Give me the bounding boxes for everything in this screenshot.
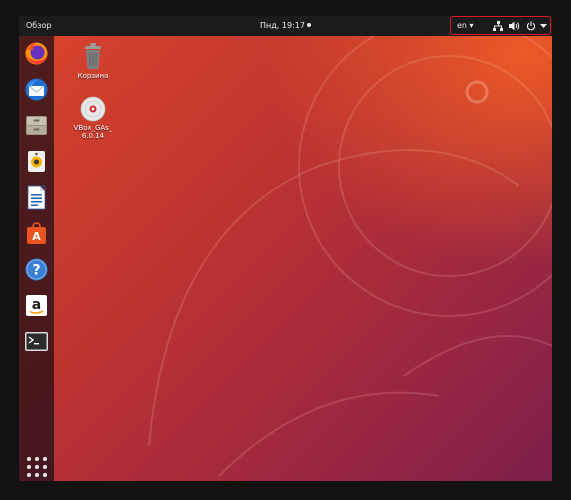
network-icon[interactable] [493,21,503,31]
desktop-icon-label: VBox_GAs_ 6.0.14 [73,124,113,140]
volume-icon[interactable] [509,21,520,31]
desktop-icon-vbox-cd[interactable]: VBox_GAs_ 6.0.14 [63,96,123,140]
trash-icon [85,43,101,69]
dock-item-thunderbird[interactable] [24,77,49,102]
dock: A ? a [19,36,54,481]
rhythmbox-icon [28,151,45,172]
dock-item-terminal[interactable] [24,329,49,354]
svg-text:A: A [32,230,41,243]
dock-item-software[interactable]: A [24,221,49,246]
clock-label: Пнд, 19:17 [260,21,305,30]
dock-item-firefox[interactable] [24,41,49,66]
files-icon [26,116,47,135]
desktop-icon-trash[interactable]: Корзина [63,42,123,80]
help-icon: ? [25,258,48,281]
amazon-icon: a [26,295,47,316]
dock-item-files[interactable] [24,113,49,138]
desktop-screen: Обзор Пнд, 19:17 en ▾ A ? a Корзина VBox… [19,16,552,481]
terminal-icon [25,332,48,351]
dock-item-help[interactable]: ? [24,257,49,282]
system-tray[interactable]: en ▾ [450,16,551,35]
apps-grid-icon[interactable] [26,456,48,478]
language-indicator[interactable]: en ▾ [457,21,474,30]
thunderbird-icon [25,78,48,101]
firefox-icon [25,42,48,65]
svg-text:?: ? [32,263,40,279]
wallpaper-art [148,16,552,477]
dock-item-amazon[interactable]: a [24,293,49,318]
libreoffice-writer-icon [27,185,46,210]
svg-text:a: a [32,297,41,313]
notification-dot [306,23,311,27]
top-bar: Обзор Пнд, 19:17 en ▾ [19,16,552,36]
dock-item-rhythmbox[interactable] [24,149,49,174]
desktop-icon-label: Корзина [77,72,109,80]
cd-icon [80,96,106,122]
software-center-icon: A [27,222,46,244]
power-icon[interactable] [526,21,536,31]
dock-item-writer[interactable] [24,185,49,210]
chevron-down-icon[interactable] [540,24,547,29]
